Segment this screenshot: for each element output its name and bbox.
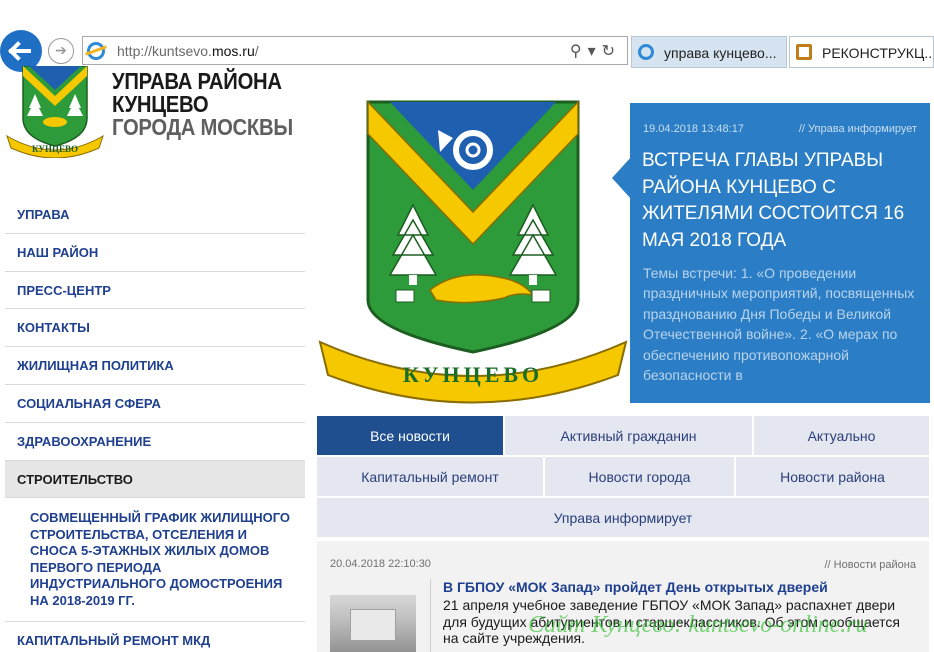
site-title-line2: КУНЦЕВО	[112, 91, 209, 117]
slide-date: 19.04.2018 13:48:17	[643, 123, 744, 135]
news-category[interactable]: // Новости района	[825, 559, 917, 571]
tab-uprava-informs[interactable]: Управа информирует	[317, 498, 929, 539]
search-icon[interactable]: ⚲	[570, 43, 588, 60]
tab-actual[interactable]: Актуально	[754, 416, 929, 457]
browser-tab-reconstruction[interactable]: РЕКОНСТРУКЦ...	[789, 36, 934, 68]
district-coat-of-arms: КУНЦЕВО	[318, 100, 628, 404]
emblem-ribbon-text: КУНЦЕВО	[403, 362, 543, 387]
back-arrow-icon	[8, 41, 28, 61]
ie-tab-icon	[638, 44, 654, 60]
nav-subitem-construction-schedule[interactable]: СОВМЕЩЕННЫЙ ГРАФИК ЖИЛИЩНОГО СТРОИТЕЛЬСТ…	[5, 498, 305, 623]
nav-item-healthcare[interactable]: ЗДРАВООХРАНЕНИЕ	[5, 423, 305, 461]
url-suffix: /	[254, 43, 259, 59]
news-tabs-row: Управа информирует	[317, 498, 929, 539]
address-bar[interactable]: http://kuntsevo.mos.ru/ ⚲▾↻	[82, 36, 628, 65]
browser-toolbar: ➔ http://kuntsevo.mos.ru/ ⚲▾↻ управа кун…	[0, 0, 934, 72]
main-nav: УПРАВА НАШ РАЙОН ПРЕСС-ЦЕНТР КОНТАКТЫ ЖИ…	[5, 196, 305, 652]
news-slide[interactable]: 19.04.2018 13:48:17 // Управа информируе…	[630, 103, 930, 403]
site-title[interactable]: УПРАВА РАЙОНА КУНЦЕВО ГОРОДА МОСКВЫ	[112, 70, 293, 139]
url-text[interactable]: http://kuntsevo.mos.ru/	[117, 43, 259, 59]
nav-item-press-center[interactable]: ПРЕСС-ЦЕНТР	[5, 272, 305, 310]
news-tabs: Все новости Активный гражданин Актуально…	[317, 416, 929, 539]
slide-text: Темы встречи: 1. «О проведении праздничн…	[643, 265, 915, 384]
news-tabs-row: Капитальный ремонт Новости города Новост…	[317, 457, 929, 498]
nav-item-capital-repair[interactable]: КАПИТАЛЬНЫЙ РЕМОНТ МКД	[5, 622, 305, 652]
tab-city-news[interactable]: Новости города	[545, 457, 736, 498]
site-tab-icon	[796, 44, 812, 60]
slide-category[interactable]: // Управа информирует	[799, 123, 917, 135]
site-title-line3: ГОРОДА МОСКВЫ	[112, 114, 293, 140]
refresh-icon[interactable]: ↻	[602, 43, 621, 60]
nav-item-our-district[interactable]: НАШ РАЙОН	[5, 234, 305, 272]
browser-tab-kuntsevo[interactable]: управа кунцево...	[631, 36, 787, 68]
browser-tab-label: управа кунцево...	[664, 45, 777, 61]
news-tabs-row: Все новости Активный гражданин Актуально	[317, 416, 929, 457]
news-thumbnail[interactable]	[330, 595, 416, 652]
slide-title[interactable]: ВСТРЕЧА ГЛАВЫ УПРАВЫ РАЙОНА КУНЦЕВО С ЖИ…	[642, 148, 922, 254]
news-date: 20.04.2018 22:10:30	[330, 558, 431, 570]
forward-arrow-icon: ➔	[55, 42, 67, 58]
site-title-line1: УПРАВА РАЙОНА	[112, 68, 282, 94]
news-divider	[430, 579, 431, 652]
logo-ribbon-text: КУНЦЕВО	[32, 144, 78, 154]
tab-active-citizen[interactable]: Активный гражданин	[505, 416, 754, 457]
tab-all-news[interactable]: Все новости	[317, 416, 505, 457]
tab-district-news[interactable]: Новости района	[736, 457, 929, 498]
dropdown-chevron-icon[interactable]: ▾	[588, 43, 602, 60]
news-title[interactable]: В ГБПОУ «МОК Запад» пройдет День открыты…	[443, 579, 828, 595]
address-tools: ⚲▾↻	[570, 41, 621, 61]
nav-item-social-sphere[interactable]: СОЦИАЛЬНАЯ СФЕРА	[5, 385, 305, 423]
nav-item-construction[interactable]: СТРОИТЕЛЬСТВО	[5, 460, 305, 499]
nav-item-housing-policy[interactable]: ЖИЛИЩНАЯ ПОЛИТИКА	[5, 347, 305, 385]
tab-capital-repair[interactable]: Капитальный ремонт	[317, 457, 545, 498]
slide-pointer	[612, 156, 632, 200]
url-prefix: http://kuntsevo.	[117, 43, 212, 59]
url-domain: mos.ru	[211, 43, 255, 59]
district-emblem-logo[interactable]: КУНЦЕВО	[5, 66, 105, 158]
ie-logo-icon	[87, 42, 105, 60]
nav-item-uprava[interactable]: УПРАВА	[5, 196, 305, 234]
browser-tab-label: РЕКОНСТРУКЦ...	[822, 45, 934, 61]
watermark-text: Сайт Кунцево: kuntsevo-online.ru	[528, 612, 868, 638]
nav-item-contacts[interactable]: КОНТАКТЫ	[5, 309, 305, 348]
forward-button[interactable]: ➔	[48, 38, 74, 64]
